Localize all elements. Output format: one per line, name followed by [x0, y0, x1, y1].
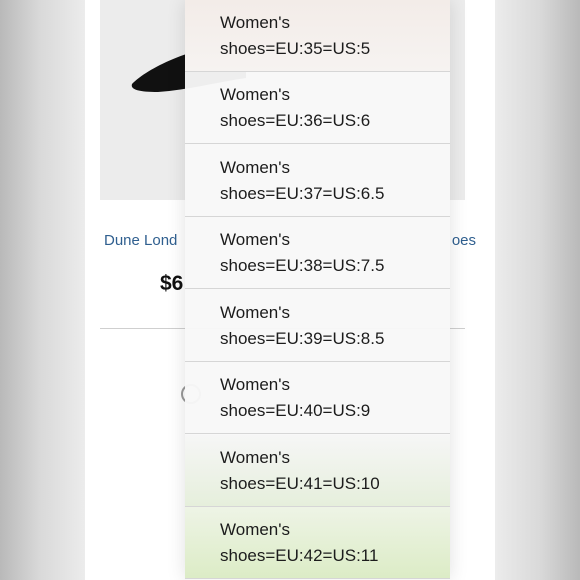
size-option[interactable]: Women's shoes=EU:40=US:9 [185, 362, 450, 434]
size-option[interactable]: Women's shoes=EU:38=US:7.5 [185, 217, 450, 289]
size-option-selected[interactable]: Women's shoes=EU:42=US:11 [185, 507, 450, 579]
size-option-label: Women's shoes=EU:40=US:9 [220, 375, 371, 420]
size-option[interactable]: Women's shoes=EU:41=US:10 [185, 435, 450, 507]
size-option-label: Women's shoes=EU:39=US:8.5 [220, 303, 385, 348]
size-option-label: Women's shoes=EU:35=US:5 [220, 13, 371, 58]
size-option-label: Women's shoes=EU:37=US:6.5 [220, 158, 385, 203]
size-option[interactable]: Women's shoes=EU:35=US:5 [185, 0, 450, 72]
product-price: $6 [160, 272, 184, 295]
size-option-label: Women's shoes=EU:38=US:7.5 [220, 230, 385, 275]
size-option-label: Women's shoes=EU:41=US:10 [220, 448, 380, 493]
size-dropdown[interactable]: Women's shoes=EU:35=US:5 Women's shoes=E… [185, 0, 450, 580]
size-option[interactable]: Women's shoes=EU:37=US:6.5 [185, 145, 450, 217]
size-option-label: Women's shoes=EU:36=US:6 [220, 85, 371, 130]
size-option[interactable]: Women's shoes=EU:36=US:6 [185, 72, 450, 144]
product-title-right: oes [451, 232, 476, 249]
product-title-left: Dune Lond [104, 232, 178, 249]
size-option[interactable]: Women's shoes=EU:39=US:8.5 [185, 290, 450, 362]
size-option-label: Women's shoes=EU:42=US:11 [220, 520, 379, 565]
